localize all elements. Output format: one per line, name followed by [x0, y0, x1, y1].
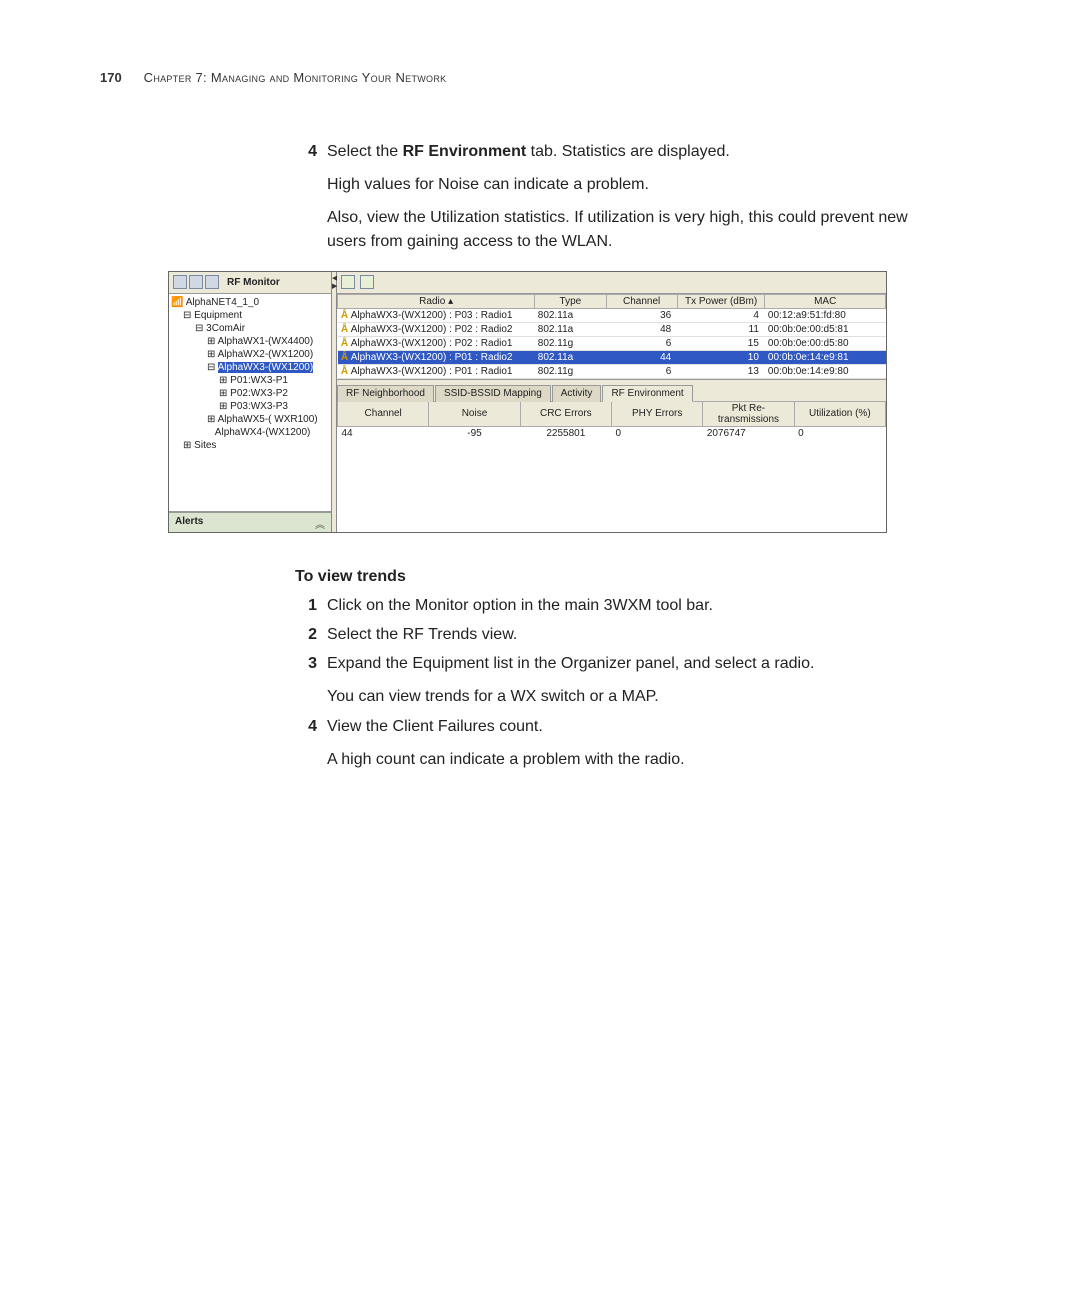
table-row[interactable]: Å AlphaWX3-(WX1200) : P02 : Radio1802.11…: [338, 336, 886, 350]
right-toolbar: [337, 272, 886, 294]
refresh-icon[interactable]: [360, 275, 374, 289]
trend-step: 4View the Client Failures count.A high c…: [295, 715, 915, 771]
table-row[interactable]: 44 -95 2255801 0 2076747 0: [338, 426, 886, 440]
tree-item[interactable]: ⊞ P03:WX3-P3: [219, 400, 329, 413]
tree-item[interactable]: ⊞ AlphaWX5-( WXR100): [207, 413, 329, 426]
table-row[interactable]: Å AlphaWX3-(WX1200) : P02 : Radio2802.11…: [338, 322, 886, 336]
toolbar-icon[interactable]: [189, 275, 203, 289]
table-row[interactable]: Å AlphaWX3-(WX1200) : P03 : Radio1802.11…: [338, 308, 886, 322]
app-window: RF Monitor 📶 AlphaNET4_1_0 ⊟ Equipment ⊟…: [168, 271, 887, 533]
toolbar-icon[interactable]: [205, 275, 219, 289]
toolbar-icon[interactable]: [341, 275, 355, 289]
trend-step: 1Click on the Monitor option in the main…: [295, 594, 915, 617]
panel-title: RF Monitor: [227, 277, 280, 288]
tab-ssid-bssid-mapping[interactable]: SSID-BSSID Mapping: [435, 385, 551, 402]
tree-root[interactable]: 📶 AlphaNET4_1_0 ⊟ Equipment ⊟ 3ComAir ⊞ …: [171, 296, 329, 452]
radio-table[interactable]: Radio ▴ Type Channel Tx Power (dBm) MAC …: [337, 294, 886, 380]
col-type[interactable]: Type: [535, 294, 606, 308]
rf-environment-table[interactable]: Channel Noise CRC Errors PHY Errors Pkt …: [337, 401, 886, 532]
tab-rf-neighborhood[interactable]: RF Neighborhood: [337, 385, 434, 402]
tree-item[interactable]: ⊟ 3ComAir ⊞ AlphaWX1-(WX4400) ⊞ AlphaWX2…: [195, 322, 329, 439]
equipment-tree[interactable]: 📶 AlphaNET4_1_0 ⊟ Equipment ⊟ 3ComAir ⊞ …: [169, 294, 331, 512]
tree-item[interactable]: AlphaWX4-(WX1200): [207, 426, 329, 439]
antenna-icon: Å: [341, 352, 349, 363]
step-number: 4: [295, 140, 317, 253]
table-row[interactable]: Å AlphaWX3-(WX1200) : P01 : Radio2802.11…: [338, 350, 886, 364]
table-row[interactable]: Å AlphaWX3-(WX1200) : P01 : Radio1802.11…: [338, 364, 886, 378]
tree-item[interactable]: ⊞ AlphaWX2-(WX1200): [207, 348, 329, 361]
step-4: 4 Select the RF Environment tab. Statist…: [295, 140, 915, 253]
tree-item[interactable]: ⊞ P01:WX3-P1: [219, 374, 329, 387]
tab-bar: RF NeighborhoodSSID-BSSID MappingActivit…: [337, 380, 886, 401]
tree-item[interactable]: ⊟ Equipment ⊟ 3ComAir ⊞ AlphaWX1-(WX4400…: [183, 309, 329, 439]
tree-item[interactable]: ⊞ Sites: [183, 439, 329, 452]
antenna-icon: Å: [341, 324, 349, 335]
tree-item[interactable]: ⊞ P02:WX3-P2: [219, 387, 329, 400]
col-radio[interactable]: Radio ▴: [338, 294, 535, 308]
alerts-panel[interactable]: Alerts ︽: [169, 512, 331, 532]
tab-activity[interactable]: Activity: [552, 385, 602, 402]
antenna-icon: Å: [341, 366, 349, 377]
tab-rf-environment[interactable]: RF Environment: [602, 385, 692, 402]
page-number: 170: [100, 70, 122, 85]
col-channel[interactable]: Channel: [606, 294, 677, 308]
collapse-icon[interactable]: ︽: [315, 516, 325, 529]
chapter-heading: Chapter 7: Managing and Monitoring Your …: [144, 70, 447, 85]
tree-item[interactable]: ⊞ AlphaWX1-(WX4400): [207, 335, 329, 348]
col-mac[interactable]: MAC: [765, 294, 886, 308]
page-header: 170 Chapter 7: Managing and Monitoring Y…: [100, 70, 980, 85]
left-toolbar: RF Monitor: [169, 272, 331, 294]
trend-step: 2Select the RF Trends view.: [295, 623, 915, 646]
tree-item[interactable]: ⊟ AlphaWX3-(WX1200) ⊞ P01:WX3-P1 ⊞ P02:W…: [207, 361, 329, 413]
antenna-icon: Å: [341, 338, 349, 349]
trend-step: 3Expand the Equipment list in the Organi…: [295, 652, 915, 708]
toolbar-icon[interactable]: [173, 275, 187, 289]
antenna-icon: Å: [341, 310, 349, 321]
col-tx[interactable]: Tx Power (dBm): [677, 294, 765, 308]
trends-heading: To view trends: [295, 568, 915, 586]
